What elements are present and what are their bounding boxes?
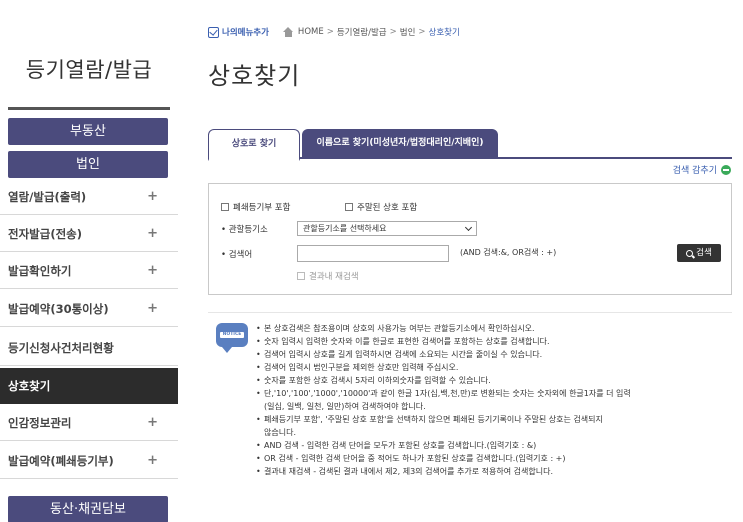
tab-bar: 상호로 찾기 이름으로 찾기(미성년자/법정대리인/지배인) xyxy=(208,129,732,161)
sidebar-item-issue-check[interactable]: 발급확인하기 + xyxy=(0,253,178,289)
sidebar: 등기열람/발급 부동산 법인 열람/발급(출력) + 전자발급(전송) + 발급… xyxy=(0,0,178,522)
search-within-checkbox[interactable]: 결과내 재검색 xyxy=(297,270,359,282)
checkbox-icon[interactable] xyxy=(297,272,305,280)
sidebar-item-closed-reservation[interactable]: 발급예약(폐쇄등기부) + xyxy=(0,443,178,479)
plus-icon[interactable]: + xyxy=(147,291,158,327)
notice-item: 폐쇄등기부 포함', '주말된 상호 포함'을 선택하지 않으면 폐쇄된 등기기… xyxy=(256,413,736,426)
notice-item: 검색어 입력시 법인구분을 제외한 상호만 입력해 주십시오. xyxy=(256,361,736,374)
breadcrumb-sep: > xyxy=(389,27,397,37)
notice-item: 결과내 재검색 - 검색된 결과 내에서 제2, 제3의 검색어를 추가로 적용… xyxy=(256,465,736,478)
notice-item-cont: (일십, 일백, 일천, 일만)하여 검색하여야 합니다. xyxy=(264,402,426,411)
include-dormant-checkbox[interactable]: 주말된 상호 포함 xyxy=(345,201,417,213)
breadcrumb: 나의메뉴추가 HOME > 등기열람/발급 > 법인 > 상호찾기 xyxy=(208,25,460,39)
registry-select[interactable]: 관할등기소를 선택하세요 xyxy=(297,221,477,236)
sidebar-category-realestate[interactable]: 부동산 xyxy=(8,118,168,145)
notice-item: 검색어 입력시 상호를 길게 입력하시면 검색에 소요되는 시간을 줄이실 수 … xyxy=(256,348,736,361)
keyword-input[interactable] xyxy=(297,245,449,262)
sidebar-item-label: 발급예약(폐쇄등기부) xyxy=(8,454,114,468)
sidebar-title: 등기열람/발급 xyxy=(25,58,153,82)
sidebar-item-seal-info[interactable]: 인감정보관리 + xyxy=(0,405,178,441)
chevron-down-icon xyxy=(464,223,473,232)
sidebar-item-label: 등기신청사건처리현황 xyxy=(8,341,114,355)
sidebar-divider xyxy=(8,107,170,110)
checkbox-icon[interactable] xyxy=(345,203,353,211)
notice-item-cont: 않습니다. xyxy=(264,428,296,437)
sidebar-item-label: 상호찾기 xyxy=(8,379,51,393)
tab-person-name[interactable]: 이름으로 찾기(미성년자/법정대리인/지배인) xyxy=(302,129,498,159)
sidebar-item-label: 열람/발급(출력) xyxy=(8,190,87,204)
notice-item: 숫자 입력시 입력한 숫자와 이를 한글로 표현한 검색어를 포함하는 상호를 … xyxy=(256,335,736,348)
breadcrumb-sep: > xyxy=(418,27,426,37)
sidebar-item-label: 발급예약(30통이상) xyxy=(8,302,109,316)
plus-icon[interactable]: + xyxy=(147,405,158,441)
tab-trade-name[interactable]: 상호로 찾기 xyxy=(208,129,300,161)
plus-icon[interactable]: + xyxy=(147,253,158,289)
home-icon[interactable] xyxy=(282,27,294,37)
registry-label: • 관할등기소 xyxy=(221,225,268,235)
sidebar-category-movable[interactable]: 동산·채권담보 xyxy=(8,496,168,522)
plus-icon[interactable]: + xyxy=(147,443,158,479)
sidebar-item-label: 인감정보관리 xyxy=(8,416,72,430)
sidebar-item-label: 전자발급(전송) xyxy=(8,227,82,241)
notice-item: AND 검색 - 입력한 검색 단어을 모두가 포함된 상호를 검색합니다.(입… xyxy=(256,439,736,452)
search-panel: 폐쇄등기부 포함 주말된 상호 포함 • 관할등기소 관할등기소를 선택하세요 … xyxy=(208,183,732,295)
sidebar-category-corporation[interactable]: 법인 xyxy=(8,151,168,178)
breadcrumb-item[interactable]: 등기열람/발급 xyxy=(337,26,387,38)
add-my-menu-button[interactable]: 나의메뉴추가 xyxy=(208,26,269,38)
sidebar-item-label: 발급확인하기 xyxy=(8,264,72,278)
search-hint: (AND 검색:&, OR검색 : +) xyxy=(460,248,557,257)
notice-item: OR 검색 - 입력한 검색 단어을 중 적어도 하나가 포함된 상호를 검색합… xyxy=(256,452,736,465)
sidebar-item-case-status[interactable]: 등기신청사건처리현황 xyxy=(0,330,178,366)
breadcrumb-sep: > xyxy=(326,27,334,37)
plus-icon[interactable]: + xyxy=(147,216,158,252)
checkbox-icon[interactable] xyxy=(221,203,229,211)
page-title: 상호찾기 xyxy=(208,62,301,90)
sidebar-item-view-issue[interactable]: 열람/발급(출력) + xyxy=(0,179,178,215)
breadcrumb-current: 상호찾기 xyxy=(428,28,460,38)
search-icon xyxy=(686,249,694,257)
keyword-label: • 검색어 xyxy=(221,250,253,260)
notice-item: 본 상호검색은 참조용이며 상호의 사용가능 여부는 관할등기소에서 확인하십시… xyxy=(256,322,736,335)
notice-item: 단,'10','100','1000','10000'과 같이 한글 1자(십,… xyxy=(256,387,736,400)
sidebar-item-trade-name-search[interactable]: 상호찾기 xyxy=(0,368,178,404)
breadcrumb-item[interactable]: 법인 xyxy=(400,26,416,38)
minus-circle-icon xyxy=(721,164,731,175)
hide-search-toggle[interactable]: 검색 감추기 xyxy=(673,163,731,176)
notice-divider xyxy=(208,312,732,313)
sidebar-item-e-issue[interactable]: 전자발급(전송) + xyxy=(0,216,178,252)
include-closed-checkbox[interactable]: 폐쇄등기부 포함 xyxy=(221,201,290,213)
check-icon xyxy=(208,26,219,38)
plus-icon[interactable]: + xyxy=(147,179,158,215)
sidebar-item-reservation[interactable]: 발급예약(30통이상) + xyxy=(0,291,178,327)
notice-item: 숫자를 포함한 상호 검색시 5자리 이하의숫자를 입력할 수 있습니다. xyxy=(256,374,736,387)
breadcrumb-home[interactable]: HOME xyxy=(298,27,324,37)
notice-icon: NOTICE xyxy=(216,323,250,353)
notice-list: 본 상호검색은 참조용이며 상호의 사용가능 여부는 관할등기소에서 확인하십시… xyxy=(256,322,736,478)
search-button[interactable]: 검색 xyxy=(677,244,721,262)
